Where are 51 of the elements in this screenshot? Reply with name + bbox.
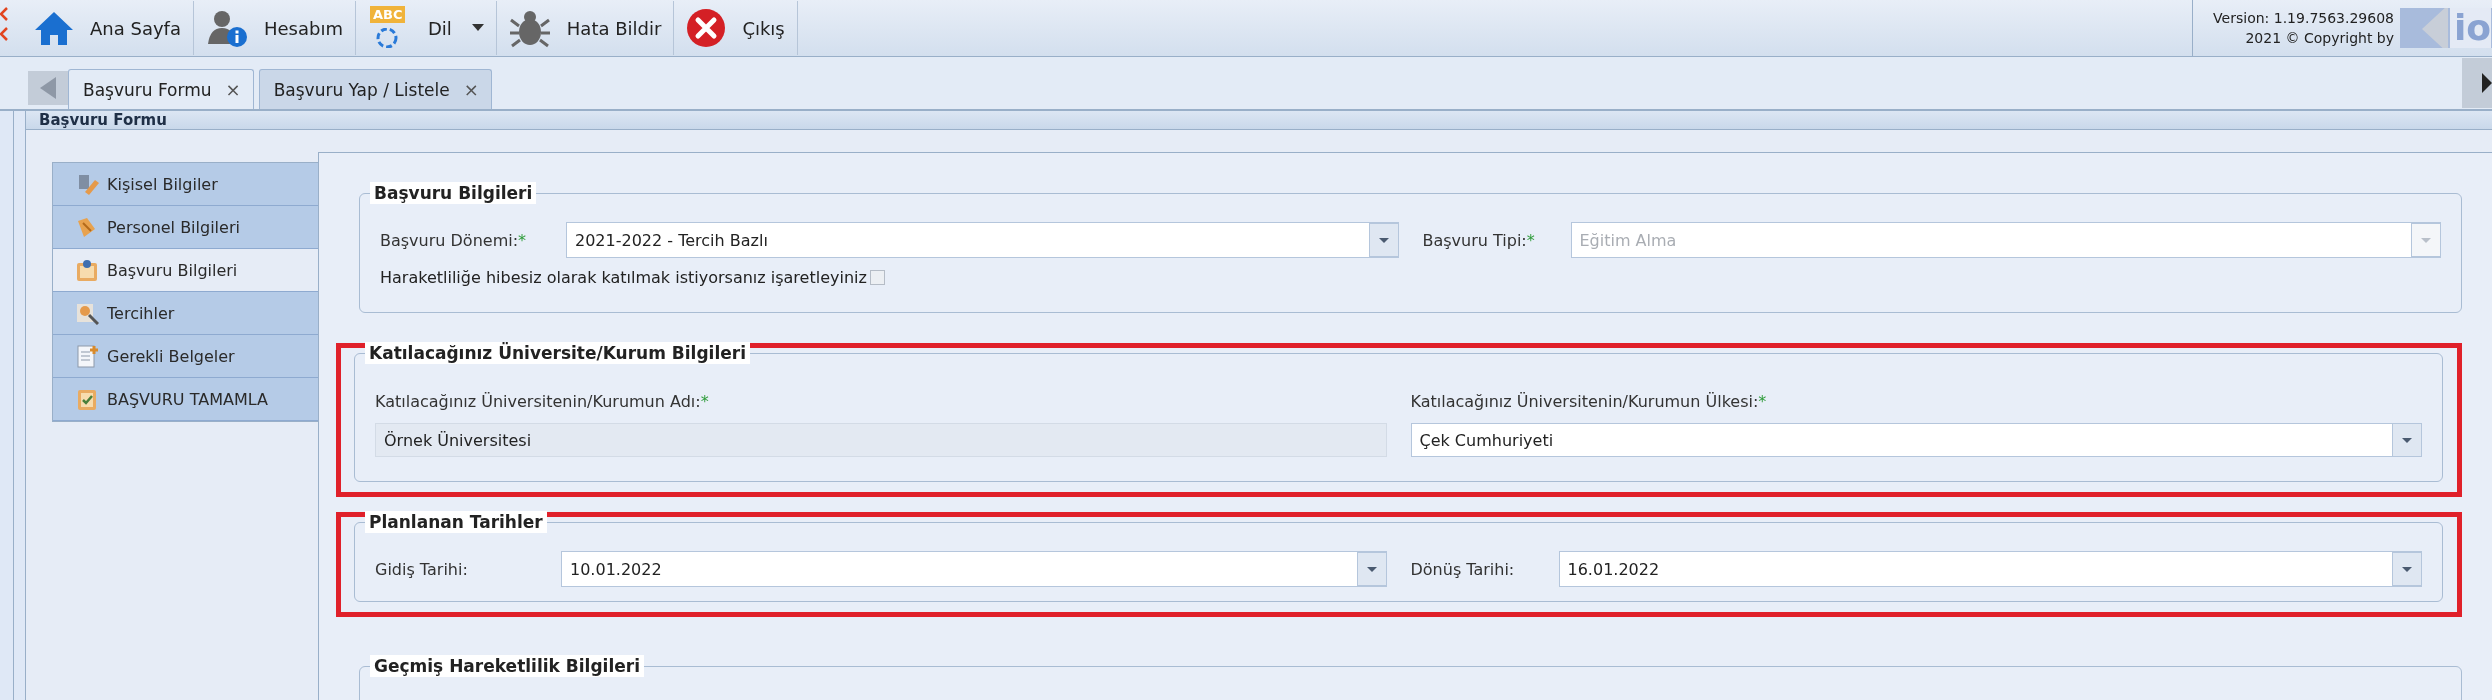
- field-label: Başvuru Tipi:*: [1422, 230, 1536, 250]
- field-label: Katılacağınız Üniversitenin/Kurumun Adı:*: [375, 392, 710, 411]
- nav-item[interactable]: Kişisel Bilgiler: [53, 163, 318, 206]
- user-info-icon: [205, 8, 248, 48]
- section-title: Başvuru Bilgileri: [370, 182, 537, 204]
- toolbar-button[interactable]: Hata Bildir: [496, 1, 675, 55]
- home-icon: [34, 10, 74, 46]
- toolbar-button[interactable]: ABC Dil: [355, 1, 497, 55]
- toolbar-button[interactable]: Hesabım: [193, 1, 356, 55]
- dropdown-field[interactable]: 2021-2022 - Tercih Bazlı: [566, 222, 1399, 258]
- clipboard-check-icon: [75, 387, 99, 411]
- scroll-right-icon: [2462, 58, 2492, 108]
- close-icon[interactable]: ×: [463, 79, 479, 100]
- nav-item[interactable]: Gerekli Belgeler: [53, 335, 318, 378]
- section-title: Geçmiş Hareketlilik Bilgileri: [370, 655, 644, 677]
- section-title: Katılacağınız Üniversite/Kurum Bilgileri: [365, 342, 750, 364]
- copyright-text: 2021 © Copyright by: [2245, 29, 2394, 48]
- document-icon: [75, 344, 99, 368]
- form-icon: [75, 258, 99, 282]
- caret-icon: [1356, 552, 1387, 586]
- field-label: Gidiş Tarihi:: [375, 559, 469, 579]
- logo: io: [2400, 8, 2492, 48]
- toolbar-button[interactable]: Çıkış: [674, 1, 798, 55]
- caret-icon: [1368, 223, 1399, 257]
- dropdown-field[interactable]: 10.01.2022: [561, 551, 1387, 587]
- nav-item[interactable]: Personel Bilgileri: [53, 206, 318, 249]
- tab[interactable]: Başvuru Yap / Listele ×: [258, 69, 492, 109]
- close-icon[interactable]: ×: [225, 79, 241, 100]
- caret-icon: [2392, 552, 2422, 586]
- triangle-icon: [2420, 8, 2450, 48]
- toolbar-button[interactable]: Ana Sayfa: [22, 1, 194, 55]
- caret-icon: [2411, 223, 2441, 257]
- caret-icon: [2392, 423, 2422, 457]
- dropdown-field[interactable]: 16.01.2022: [1558, 551, 2422, 587]
- scroll-left-icon: [28, 71, 68, 105]
- dropdown-field[interactable]: Çek Cumhuriyeti: [1410, 423, 2422, 457]
- field-label: Dönüş Tarihi:: [1410, 559, 1516, 579]
- nav-item[interactable]: BAŞVURU TAMAMLA: [53, 378, 318, 421]
- panel-title: Başvuru Formu: [39, 111, 167, 129]
- tab[interactable]: Başvuru Formu ×: [68, 69, 254, 109]
- magnifier-icon: [75, 301, 99, 325]
- field-label: Katılacağınız Üniversitenin/Kurumun Ülkesi:*: [1410, 392, 1768, 411]
- field-label: Başvuru Dönemi:*: [380, 230, 528, 250]
- checkbox-label: Haraketliliğe hibesiz olarak katılmak istiyorsanız işaretleyiniz: [380, 268, 867, 287]
- nav-item[interactable]: Tercihler: [53, 292, 318, 335]
- bug-icon: [508, 8, 551, 48]
- close-circle-icon: [686, 8, 727, 48]
- checkbox[interactable]: [869, 270, 885, 285]
- text-field[interactable]: Örnek Üniversitesi: [375, 423, 1387, 457]
- section-title: Planlanan Tarihler: [365, 511, 547, 533]
- version-text: Version: 1.19.7563.29608: [2213, 9, 2394, 28]
